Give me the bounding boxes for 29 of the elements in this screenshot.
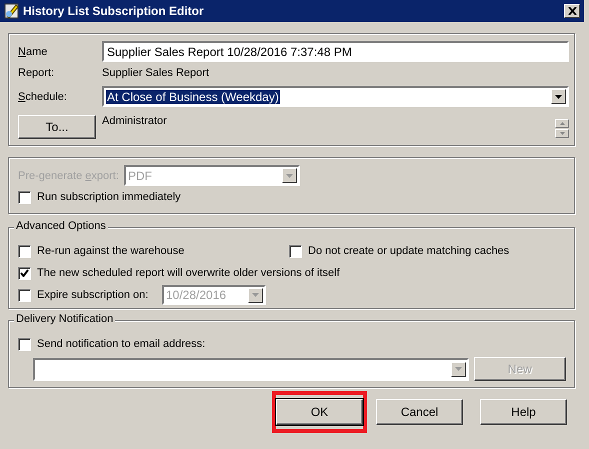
window-title: History List Subscription Editor xyxy=(23,4,205,18)
checkbox[interactable] xyxy=(18,266,31,280)
dialog-button[interactable]: Help xyxy=(480,399,567,425)
checkbox-label: The new scheduled report will overwrite older versions of itself xyxy=(37,267,340,279)
email-dropdown[interactable] xyxy=(33,358,469,380)
dialog-button[interactable]: Cancel xyxy=(376,399,463,425)
schedule-label: Schedule: xyxy=(18,90,68,102)
close-button[interactable] xyxy=(564,4,580,18)
schedule-dropdown[interactable]: At Close of Business (Weekday) xyxy=(102,86,569,107)
checkbox-label: Run subscription immediately xyxy=(37,191,181,203)
checkbox[interactable] xyxy=(18,244,31,258)
to-button[interactable]: To... xyxy=(18,115,96,139)
pencil-icon xyxy=(4,3,20,19)
name-label: Name xyxy=(18,46,48,58)
recipient-name: Administrator xyxy=(102,115,168,127)
report-name: Supplier Sales Report xyxy=(102,67,210,79)
dialog-button[interactable]: OK xyxy=(276,399,363,425)
close-icon[interactable] xyxy=(568,7,576,15)
name-field[interactable]: Supplier Sales Report 10/28/2016 7:37:48 PM xyxy=(102,41,569,62)
report-label: Report: xyxy=(18,67,56,79)
spin-buttons[interactable] xyxy=(555,119,569,138)
checkbox-label: Send notification to email address: xyxy=(37,338,206,350)
checkbox-label: Expire subscription on: xyxy=(37,289,150,301)
group-title: Delivery Notification xyxy=(14,313,116,325)
checkbox-label: Do not create or update matching caches xyxy=(308,245,510,257)
checkbox-label: Re-run against the warehouse xyxy=(37,245,184,257)
checkbox[interactable] xyxy=(289,244,302,258)
group-title: Advanced Options xyxy=(14,220,108,232)
checkbox[interactable] xyxy=(18,338,31,350)
